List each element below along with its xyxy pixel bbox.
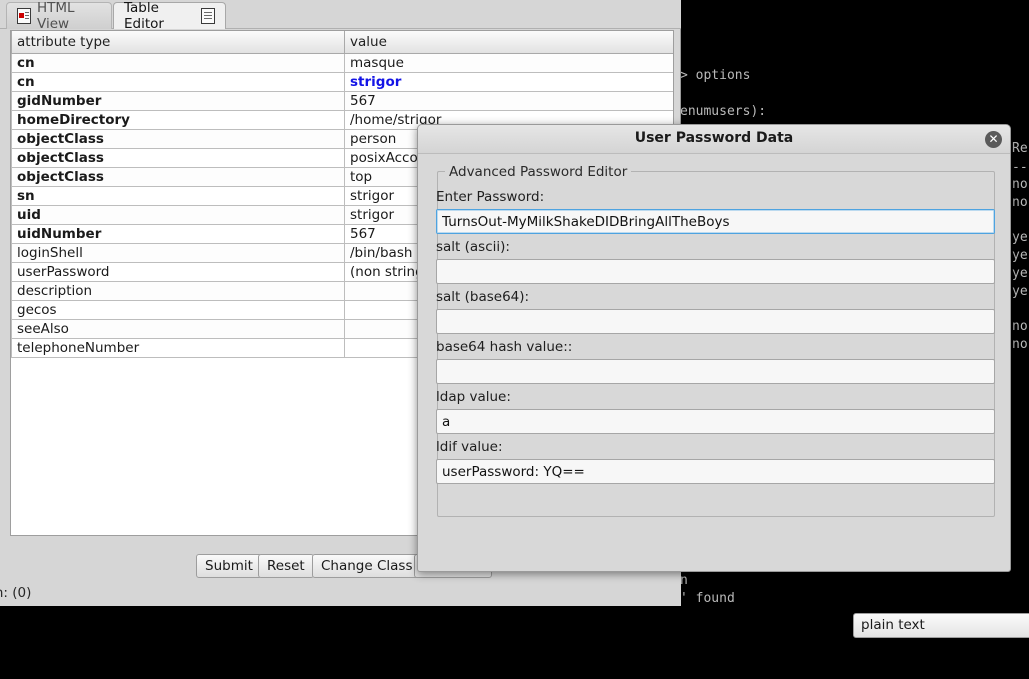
encoding-select-value: plain text (861, 617, 925, 633)
field-input[interactable] (436, 409, 995, 434)
password-fields-container: Enter Password: salt (ascii): salt (base64… (1, 1, 1029, 607)
field-input[interactable] (436, 209, 995, 234)
field-input[interactable] (436, 359, 995, 384)
field-label: ldap value: (436, 389, 511, 405)
field-label: base64 hash value:: (436, 339, 572, 355)
user-password-data-dialog: User Password Data ✕ Advanced Password E… (417, 124, 1011, 572)
field-input[interactable] (436, 259, 995, 284)
field-label: salt (base64): (436, 289, 529, 305)
encoding-select[interactable]: plain text (853, 613, 1029, 638)
field-label: ldif value: (436, 439, 503, 455)
field-input[interactable] (436, 309, 995, 334)
field-label: Enter Password: (436, 189, 544, 205)
field-label: salt (ascii): (436, 239, 510, 255)
field-input[interactable] (436, 459, 995, 484)
